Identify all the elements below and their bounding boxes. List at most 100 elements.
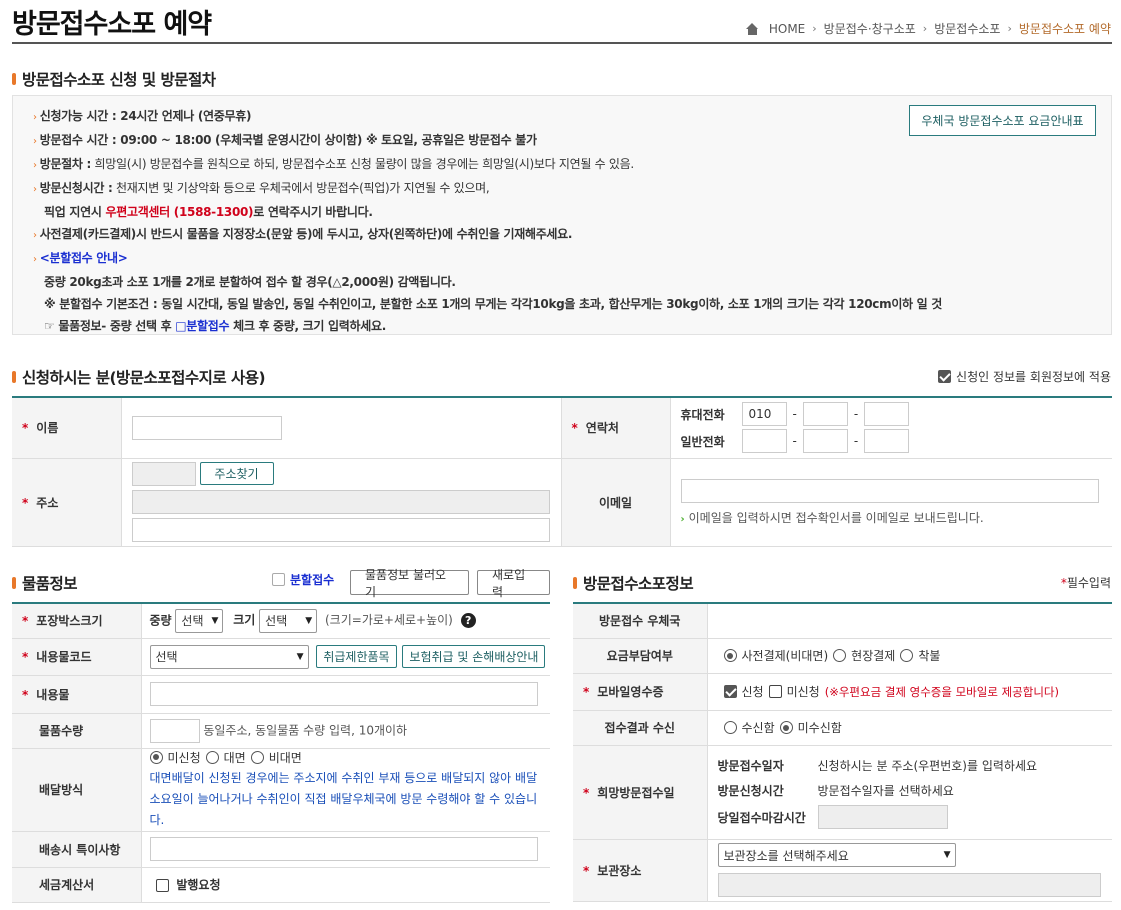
delivery-note: 대면배달이 신청된 경우에는 주소지에 수취인 부재 등으로 배달되지 않아 배… — [149, 770, 538, 827]
quantity-label: 물품수량 — [12, 713, 142, 749]
email-input[interactable] — [680, 478, 1099, 503]
name-label: * 이름 — [12, 397, 122, 459]
content-input[interactable] — [149, 682, 538, 706]
notice-item: ※ 분할접수 기본조건 : 동일 시간대, 동일 발송인, 동일 수취인이고, … — [44, 297, 943, 311]
result-receive-label: 접수결과 수신 — [573, 710, 708, 746]
notice-list: › 신청가능 시간 : 24시간 언제나 (연중무휴) › 방문접수 시간 : 09… — [33, 105, 942, 337]
notice-item: ☞ 물품정보- 중량 선택 후 □분할접수 체크 후 중량, 크기 입력하세요. — [44, 319, 386, 333]
home-icon[interactable] — [745, 22, 759, 35]
storage-detail-input[interactable] — [717, 873, 1101, 897]
email-label: 이메일 — [561, 458, 671, 547]
delivery-label: 배달방식 — [12, 748, 142, 832]
content-label: * 내용물 — [12, 675, 142, 714]
phone-area-input[interactable] — [741, 429, 787, 454]
storage-select[interactable]: 보관장소를 선택해주세요 ▼ — [717, 843, 956, 867]
address-label: * 주소 — [12, 458, 122, 547]
section-bullet-icon — [12, 577, 16, 589]
visit-section-title: 방문접수소포정보 — [573, 572, 694, 594]
title-divider — [12, 42, 1112, 44]
contact-label: * 연락처 — [561, 397, 671, 459]
restricted-items-button[interactable]: 취급제한품목 — [316, 645, 397, 668]
section-bullet-icon — [12, 371, 16, 383]
deadline-input[interactable] — [817, 805, 948, 829]
chevron-down-icon: ▼ — [211, 615, 219, 626]
hope-date-label: * 희망방문접수일 — [573, 745, 708, 840]
breadcrumb-level2[interactable]: 방문접수소포 — [934, 20, 1000, 37]
page-title: 방문접수소포 예약 — [12, 9, 212, 40]
receipt-none-checkbox[interactable] — [768, 685, 782, 698]
notice-item: › 사전결제(카드결제)시 반드시 물품을 지정장소(문앞 등)에 두시고, 상자… — [33, 227, 573, 241]
breadcrumb-level1[interactable]: 방문접수·창구소포 — [824, 20, 916, 37]
delivery-face-radio[interactable] — [205, 750, 219, 764]
fee-payer-label: 요금부담여부 — [573, 638, 708, 674]
breadcrumb-home[interactable]: HOME — [769, 22, 805, 36]
chevron-right-icon: › — [812, 22, 817, 35]
delivery-none-radio[interactable] — [149, 750, 163, 764]
size-select[interactable]: 선택 ▼ — [259, 608, 318, 633]
visit-time-text: 방문접수일자를 선택하세요 — [817, 784, 954, 798]
tax-invoice-checkbox[interactable] — [155, 879, 169, 892]
quantity-input[interactable] — [149, 718, 200, 743]
tax-invoice-label: 세금계산서 — [12, 867, 142, 903]
post-office-value — [707, 603, 1112, 639]
load-goods-button[interactable]: 물품정보 불러오기 — [350, 568, 469, 599]
postcode-input[interactable] — [131, 462, 196, 486]
content-code-select[interactable]: 선택 ▼ — [149, 644, 309, 669]
address-input[interactable] — [131, 490, 550, 514]
storage-label: * 보관장소 — [573, 839, 708, 902]
special-note-label: 배송시 특이사항 — [12, 831, 142, 868]
visit-table: 방문접수 우체국 요금부담여부 사전결제(비대면) 현장결제 착불 * 모바일영수… — [573, 602, 1112, 902]
phone-last-input[interactable] — [864, 429, 910, 454]
box-size-label: * 포장박스크기 — [12, 603, 142, 639]
required-note: *필수입력 — [1060, 576, 1111, 590]
chevron-right-icon: › — [922, 22, 928, 35]
mobile-last-input[interactable] — [864, 402, 910, 427]
chevron-down-icon: ▼ — [296, 651, 304, 662]
breadcrumb-current: 방문접수소포 예약 — [1018, 22, 1111, 36]
mobile-prefix-input[interactable]: 010 — [741, 402, 787, 427]
notice-item: › <분할접수 안내> — [33, 251, 128, 265]
address-detail-input[interactable] — [131, 518, 550, 542]
weight-select[interactable]: 선택 ▼ — [175, 608, 224, 633]
post-office-label: 방문접수 우체국 — [573, 603, 708, 639]
goods-table: * 포장박스크기 중량 선택 ▼ 크기 선택 ▼ (크기=가로+세로+높이) ? * 내… — [12, 602, 550, 903]
notice-item: 중량 20kg초과 소포 1개를 2개로 분할하여 접수 할 경우(△2,000… — [44, 275, 456, 289]
notice-box: › 신청가능 시간 : 24시간 언제나 (연중무휴) › 방문접수 시간 : 09… — [12, 95, 1112, 335]
applicant-section-title: 신청하시는 분(방문소포접수지로 사용) — [12, 366, 266, 388]
notice-item: › 신청가능 시간 : 24시간 언제나 (연중무휴) — [33, 109, 252, 123]
email-note: › 이메일을 입력하시면 접수확인서를 이메일로 보내드립니다. — [680, 510, 984, 525]
name-input[interactable] — [131, 415, 282, 440]
notice-item: 픽업 지연시 우편고객센터 (1588-1300)로 연락주시기 바랍니다. — [44, 205, 373, 219]
content-code-label: * 내용물코드 — [12, 638, 142, 676]
applicant-table: * 이름 * 연락처 휴대전화 010 - - 일반전화 - - * 주소 주소… — [12, 396, 1112, 547]
split-checkbox[interactable] — [272, 573, 285, 586]
chevron-right-icon: › — [680, 513, 685, 525]
mobile-middle-input[interactable] — [802, 402, 848, 427]
not-receive-radio[interactable] — [779, 721, 793, 734]
receive-radio[interactable] — [723, 721, 737, 734]
split-check[interactable]: 분할접수 — [272, 571, 334, 588]
help-icon[interactable]: ? — [460, 613, 476, 629]
cod-radio[interactable] — [900, 649, 914, 662]
onsite-pay-radio[interactable] — [833, 649, 847, 662]
member-info-check[interactable]: 신청인 정보를 회원정보에 적용 — [938, 368, 1111, 385]
delivery-contactless-radio[interactable] — [250, 750, 264, 764]
mobile-receipt-label: * 모바일영수증 — [573, 673, 708, 711]
fee-guide-button[interactable]: 우체국 방문접수소포 요금안내표 — [909, 105, 1096, 136]
goods-section-title: 물품정보 — [12, 572, 78, 594]
visit-date-text: 신청하시는 분 주소(우편번호)를 입력하세요 — [817, 759, 1038, 773]
notice-item: › 방문신청시간 : 천재지변 및 기상악화 등으로 우체국에서 방문접수(픽업)… — [33, 181, 490, 195]
chevron-down-icon: ▼ — [305, 615, 313, 626]
receipt-apply-checkbox[interactable] — [723, 685, 737, 698]
find-address-button[interactable]: 주소찾기 — [199, 462, 274, 485]
reset-button[interactable]: 새로입력 — [477, 568, 550, 599]
phone-middle-input[interactable] — [802, 429, 848, 454]
insurance-guide-button[interactable]: 보험취급 및 손해배상안내 — [402, 645, 546, 668]
chevron-right-icon: › — [1007, 22, 1012, 35]
special-note-input[interactable] — [149, 837, 538, 861]
notice-item: › 방문절차 : 희망일(시) 방문접수를 원칙으로 하되, 방문접수소포 신청 … — [33, 157, 634, 171]
prepaid-radio[interactable] — [723, 649, 737, 662]
member-info-checkbox[interactable] — [938, 370, 952, 383]
notice-section-title: 방문접수소포 신청 및 방문절차 — [12, 68, 216, 90]
section-bullet-icon — [12, 73, 16, 85]
